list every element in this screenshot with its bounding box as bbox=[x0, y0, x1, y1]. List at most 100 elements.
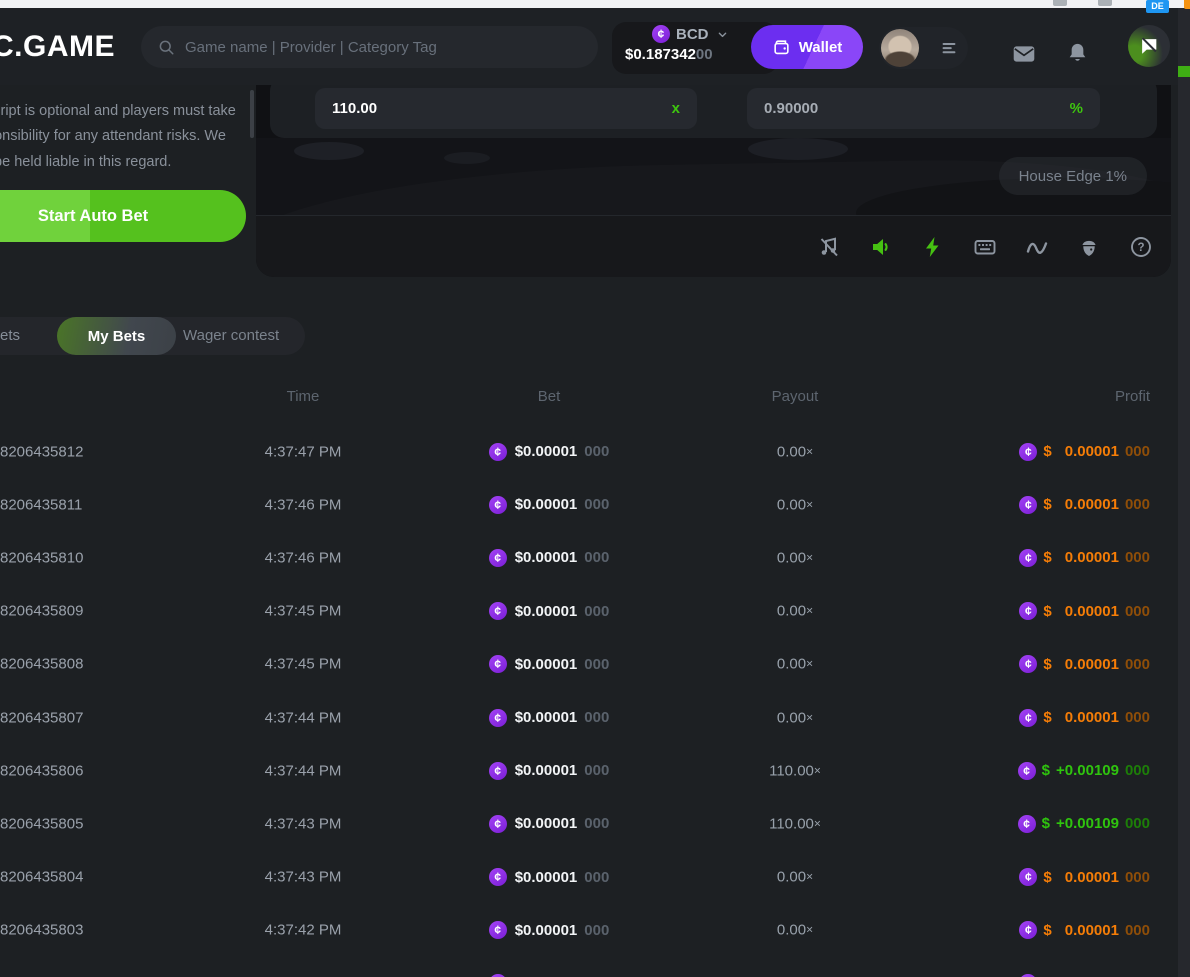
search-input[interactable]: Game name | Provider | Category Tag bbox=[141, 26, 598, 68]
bcd-coin-icon: ¢ bbox=[1019, 921, 1037, 939]
top-header: C.GAME Game name | Provider | Category T… bbox=[0, 8, 1190, 85]
menu-icon bbox=[938, 37, 960, 59]
page-scrollbar[interactable] bbox=[1178, 8, 1190, 977]
sound-icon[interactable] bbox=[869, 235, 893, 259]
bet-amount: ¢ $0.00001000 bbox=[449, 655, 649, 673]
bcd-coin-icon: ¢ bbox=[1019, 868, 1037, 886]
table-row[interactable]: ¢ $0.00001000 ¢ $0.00001000 bbox=[0, 957, 1190, 977]
bet-payout: 0.00× bbox=[695, 709, 895, 726]
bet-id: 8206435803 bbox=[0, 922, 83, 939]
bet-payout: 0.00× bbox=[695, 549, 895, 566]
bet-profit: ¢ $0.00001000 bbox=[910, 709, 1150, 727]
bets-table-body: 8206435812 4:37:47 PM ¢ $0.00001000 0.00… bbox=[0, 425, 1190, 977]
bet-time: 4:37:43 PM bbox=[203, 869, 403, 886]
chat-toggle-button[interactable] bbox=[1128, 25, 1170, 67]
bet-profit: ¢ $+0.00109000 bbox=[910, 762, 1150, 780]
bcd-coin-icon: ¢ bbox=[1019, 602, 1037, 620]
search-icon bbox=[157, 38, 175, 56]
bet-profit: ¢ $0.00001000 bbox=[910, 655, 1150, 673]
turbo-bet-icon[interactable] bbox=[921, 235, 945, 259]
browser-extension-icon[interactable] bbox=[1184, 0, 1190, 9]
hotkeys-keyboard-icon[interactable] bbox=[973, 235, 997, 259]
table-row[interactable]: 8206435810 4:37:46 PM ¢ $0.00001000 0.00… bbox=[0, 531, 1190, 584]
bet-profit: ¢ $0.00001000 bbox=[910, 549, 1150, 567]
browser-extension-icon[interactable] bbox=[1098, 0, 1112, 6]
translate-extension-badge[interactable]: DE bbox=[1146, 0, 1169, 13]
bcd-coin-icon: ¢ bbox=[489, 762, 507, 780]
table-row[interactable]: 8206435808 4:37:45 PM ¢ $0.00001000 0.00… bbox=[0, 638, 1190, 691]
bet-payout: 0.00× bbox=[695, 656, 895, 673]
help-icon[interactable]: ? bbox=[1129, 235, 1153, 259]
wallet-button[interactable]: Wallet bbox=[751, 25, 863, 69]
cloud-shape bbox=[294, 142, 364, 160]
percent-suffix: % bbox=[1070, 100, 1083, 117]
bet-amount: ¢ $0.00001000 bbox=[449, 602, 649, 620]
bcd-coin-icon: ¢ bbox=[1019, 709, 1037, 727]
bet-payout: 110.00× bbox=[695, 762, 895, 779]
bet-id: 8206435804 bbox=[0, 869, 83, 886]
bet-payout: 0.00× bbox=[695, 922, 895, 939]
tab-my-bets[interactable]: My Bets bbox=[57, 317, 176, 355]
header-payout: Payout bbox=[695, 388, 895, 405]
scrollbar-marker bbox=[1178, 66, 1190, 77]
table-row[interactable]: 8206435809 4:37:45 PM ¢ $0.00001000 0.00… bbox=[0, 585, 1190, 638]
bet-payout: 0.00× bbox=[695, 496, 895, 513]
win-chance-input[interactable]: 0.90000 % bbox=[747, 88, 1100, 129]
bet-id: 8206435809 bbox=[0, 603, 83, 620]
fairness-seed-icon[interactable] bbox=[1077, 235, 1101, 259]
bell-icon[interactable] bbox=[1065, 41, 1091, 67]
table-row[interactable]: 8206435807 4:37:44 PM ¢ $0.00001000 0.00… bbox=[0, 691, 1190, 744]
bet-amount: ¢ $0.00001000 bbox=[449, 549, 649, 567]
tab-wager-contest[interactable]: Wager contest bbox=[183, 317, 279, 355]
avatar[interactable] bbox=[881, 29, 919, 67]
bet-id: 8206435812 bbox=[0, 443, 83, 460]
live-stats-icon[interactable] bbox=[1025, 235, 1049, 259]
currency-selector[interactable]: ¢ BCD $0.18734200 bbox=[625, 25, 755, 63]
game-toolbar: ? bbox=[256, 215, 1171, 277]
table-row[interactable]: 8206435805 4:37:43 PM ¢ $0.00001000 110.… bbox=[0, 797, 1190, 850]
browser-toolbar-strip bbox=[0, 0, 1190, 8]
bet-time: 4:37:44 PM bbox=[203, 762, 403, 779]
site-logo[interactable]: C.GAME bbox=[0, 30, 115, 64]
bet-amount: ¢ $0.00001000 bbox=[449, 496, 649, 514]
music-off-icon[interactable] bbox=[817, 235, 841, 259]
bcd-coin-icon: ¢ bbox=[489, 709, 507, 727]
table-row[interactable]: 8206435806 4:37:44 PM ¢ $0.00001000 110.… bbox=[0, 744, 1190, 797]
bets-tabs: ets My Bets Wager contest bbox=[0, 317, 305, 355]
currency-code: BCD bbox=[676, 26, 709, 43]
bcd-coin-icon: ¢ bbox=[489, 443, 507, 461]
chat-disabled-icon bbox=[1138, 35, 1160, 57]
start-auto-bet-button[interactable]: Start Auto Bet bbox=[0, 190, 246, 242]
mail-icon[interactable] bbox=[1011, 41, 1037, 67]
bet-id: 8206435811 bbox=[0, 496, 82, 513]
table-row[interactable]: 8206435804 4:37:43 PM ¢ $0.00001000 0.00… bbox=[0, 851, 1190, 904]
bet-profit: ¢ $0.00001000 bbox=[910, 868, 1150, 886]
bet-id: 8206435807 bbox=[0, 709, 83, 726]
table-row[interactable]: 8206435803 4:37:42 PM ¢ $0.00001000 0.00… bbox=[0, 904, 1190, 957]
bc-game-page: DE C.GAME Game name | Provider | Categor… bbox=[0, 0, 1190, 977]
payout-input[interactable]: 110.00 x bbox=[315, 88, 697, 129]
bet-time: 4:37:45 PM bbox=[203, 656, 403, 673]
table-row[interactable]: 8206435811 4:37:46 PM ¢ $0.00001000 0.00… bbox=[0, 478, 1190, 531]
bet-profit: ¢ $0.00001000 bbox=[910, 921, 1150, 939]
bet-amount: ¢ $0.00001000 bbox=[449, 921, 649, 939]
tab-all-bets[interactable]: ets bbox=[0, 317, 20, 355]
bet-id: 8206435806 bbox=[0, 762, 83, 779]
search-placeholder: Game name | Provider | Category Tag bbox=[185, 39, 437, 56]
browser-extension-icon[interactable] bbox=[1053, 0, 1067, 6]
bets-table-header: Time Bet Payout Profit bbox=[0, 388, 1190, 412]
bcd-coin-icon: ¢ bbox=[489, 496, 507, 514]
profile-menu[interactable] bbox=[879, 27, 968, 69]
house-edge-badge: House Edge 1% bbox=[999, 157, 1147, 195]
bcd-coin-icon: ¢ bbox=[1019, 443, 1037, 461]
bet-time: 4:37:46 PM bbox=[203, 496, 403, 513]
bet-amount: ¢ $0.00001000 bbox=[449, 762, 649, 780]
bet-amount: ¢ $0.00001000 bbox=[449, 815, 649, 833]
bet-payout: 0.00× bbox=[695, 869, 895, 886]
bet-profit: ¢ $0.00001000 bbox=[910, 602, 1150, 620]
chevron-down-icon bbox=[715, 27, 730, 42]
bet-amount: ¢ $0.00001000 bbox=[449, 443, 649, 461]
bet-id: 8206435805 bbox=[0, 815, 83, 832]
table-row[interactable]: 8206435812 4:37:47 PM ¢ $0.00001000 0.00… bbox=[0, 425, 1190, 478]
sidebar-scrollbar[interactable] bbox=[250, 90, 254, 138]
